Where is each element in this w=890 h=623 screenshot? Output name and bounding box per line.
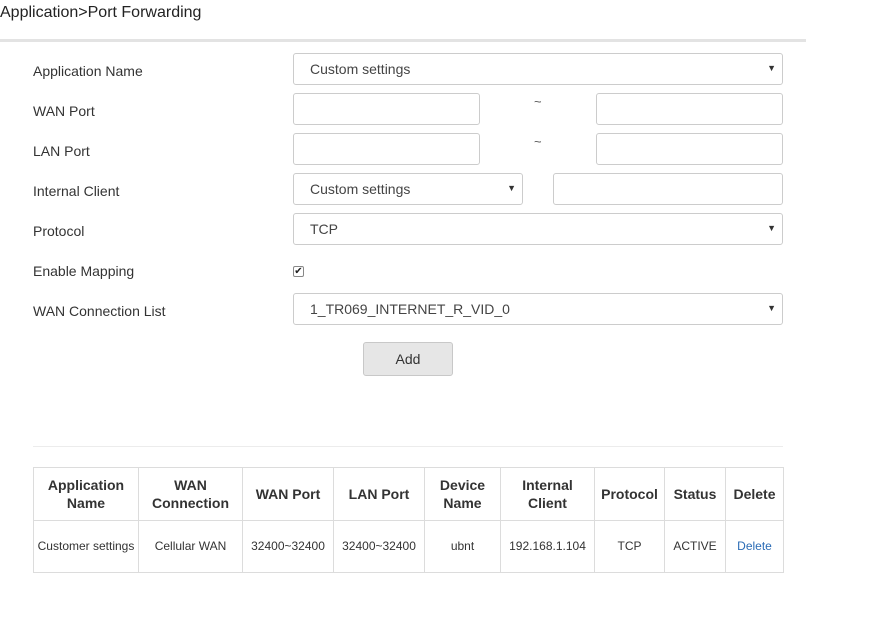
breadcrumb: Application>Port Forwarding bbox=[0, 4, 202, 21]
table-header-row: Application Name WAN Connection WAN Port… bbox=[33, 467, 784, 521]
wan-connection-list-value: 1_TR069_INTERNET_R_VID_0 bbox=[310, 301, 510, 317]
cell-device-name: ubnt bbox=[424, 520, 501, 573]
cell-protocol: TCP bbox=[594, 520, 665, 573]
lan-port-start-input[interactable] bbox=[293, 133, 480, 165]
header-divider bbox=[0, 39, 806, 42]
caret-down-icon: ▼ bbox=[767, 303, 776, 313]
col-header-application-name: Application Name bbox=[33, 467, 139, 521]
cell-lan-port: 32400~32400 bbox=[333, 520, 425, 573]
application-name-select[interactable]: Custom settings ▼ bbox=[293, 53, 783, 85]
col-header-wan-port: WAN Port bbox=[242, 467, 334, 521]
cell-wan-port: 32400~32400 bbox=[242, 520, 334, 573]
wan-connection-list-select[interactable]: 1_TR069_INTERNET_R_VID_0 ▼ bbox=[293, 293, 783, 325]
caret-down-icon: ▼ bbox=[507, 183, 516, 193]
cell-wan-connection: Cellular WAN bbox=[138, 520, 243, 573]
lan-port-separator: ~ bbox=[534, 134, 542, 149]
col-header-status: Status bbox=[664, 467, 726, 521]
wan-port-start-input[interactable] bbox=[293, 93, 480, 125]
cell-application-name: Customer settings bbox=[33, 520, 139, 573]
internal-client-ip-input[interactable] bbox=[553, 173, 783, 205]
application-name-label: Application Name bbox=[33, 63, 143, 79]
protocol-select[interactable]: TCP ▼ bbox=[293, 213, 783, 245]
lan-port-end-input[interactable] bbox=[596, 133, 783, 165]
caret-down-icon: ▼ bbox=[767, 63, 776, 73]
wan-port-label: WAN Port bbox=[33, 103, 95, 119]
enable-mapping-checkbox[interactable]: ✔ bbox=[293, 266, 304, 277]
cell-internal-client: 192.168.1.104 bbox=[500, 520, 595, 573]
cell-status: ACTIVE bbox=[664, 520, 726, 573]
col-header-lan-port: LAN Port bbox=[333, 467, 425, 521]
internal-client-value: Custom settings bbox=[310, 181, 411, 197]
protocol-value: TCP bbox=[310, 221, 338, 237]
col-header-internal-client: Internal Client bbox=[500, 467, 595, 521]
protocol-label: Protocol bbox=[33, 223, 85, 239]
enable-mapping-label: Enable Mapping bbox=[33, 263, 135, 279]
table-row: Customer settings Cellular WAN 32400~324… bbox=[33, 520, 784, 573]
col-header-protocol: Protocol bbox=[594, 467, 665, 521]
wan-port-separator: ~ bbox=[534, 94, 542, 109]
col-header-wan-connection: WAN Connection bbox=[138, 467, 243, 521]
caret-down-icon: ▼ bbox=[767, 223, 776, 233]
internal-client-select[interactable]: Custom settings ▼ bbox=[293, 173, 523, 205]
add-button[interactable]: Add bbox=[363, 342, 453, 376]
col-header-device-name: Device Name bbox=[424, 467, 501, 521]
wan-port-end-input[interactable] bbox=[596, 93, 783, 125]
cell-delete: Delete bbox=[725, 520, 784, 573]
section-divider bbox=[33, 446, 783, 447]
checkmark-icon: ✔ bbox=[294, 266, 303, 277]
lan-port-label: LAN Port bbox=[33, 143, 90, 159]
wan-connection-list-label: WAN Connection List bbox=[33, 303, 166, 319]
internal-client-label: Internal Client bbox=[33, 183, 120, 199]
port-forwarding-table: Application Name WAN Connection WAN Port… bbox=[33, 467, 784, 573]
delete-link[interactable]: Delete bbox=[737, 539, 772, 553]
col-header-delete: Delete bbox=[725, 467, 784, 521]
application-name-value: Custom settings bbox=[310, 61, 411, 77]
